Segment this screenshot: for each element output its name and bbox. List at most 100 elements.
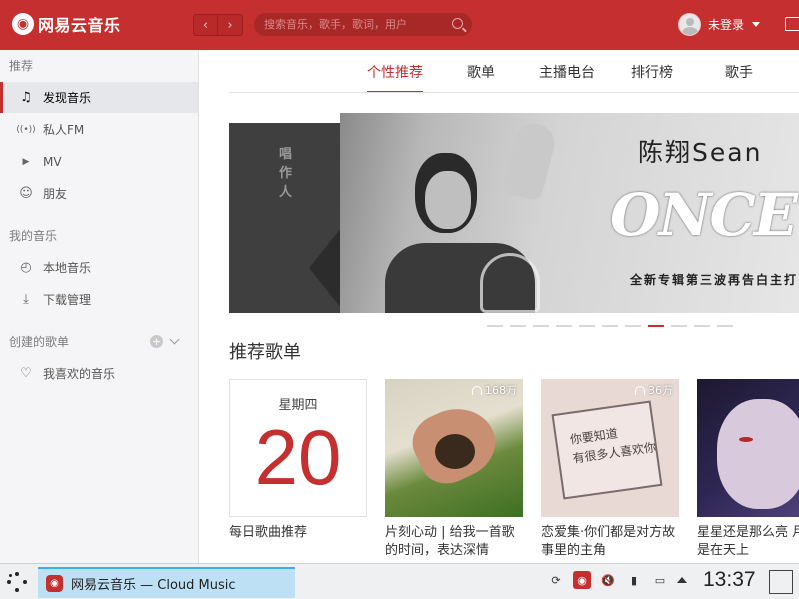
- netease-app-icon: ◉: [46, 575, 63, 592]
- tab-playlists[interactable]: 歌单: [467, 62, 495, 93]
- play-count: 168万: [472, 382, 517, 398]
- sidebar-item-label: 朋友: [43, 187, 68, 201]
- system-tray: ⟳ ◉ 🔇 ▮ ▭: [547, 571, 695, 589]
- daily-calendar[interactable]: 星期四 20: [229, 379, 367, 517]
- title-bar: ◉ 网易云音乐 ‹ › 未登录: [0, 0, 799, 50]
- show-desktop-button[interactable]: [769, 570, 793, 594]
- playlist-title[interactable]: 每日歌曲推荐: [229, 524, 367, 542]
- sidebar-item-liked-music[interactable]: ♡ 我喜欢的音乐: [0, 358, 198, 389]
- netease-logo-icon: ◉: [12, 13, 34, 35]
- tab-charts[interactable]: 排行榜: [631, 62, 673, 93]
- playlist-cover[interactable]: 168万: [385, 379, 523, 517]
- carousel-dot[interactable]: [602, 325, 618, 327]
- sidebar-item-mv[interactable]: ▶ MV: [0, 146, 198, 177]
- carousel-indicators: [487, 325, 740, 327]
- netease-tray-icon[interactable]: ◉: [573, 571, 591, 589]
- sidebar-item-label: MV: [43, 154, 62, 169]
- carousel-dot[interactable]: [579, 325, 595, 327]
- system-taskbar: ◉ 网易云音乐 — Cloud Music ⟳ ◉ 🔇 ▮ ▭ 13:37: [0, 563, 799, 599]
- volume-muted-icon[interactable]: 🔇: [599, 571, 617, 589]
- playlist-cover[interactable]: [697, 379, 799, 517]
- playlist-title[interactable]: 片刻心动 | 给我一首歌的时间，表达深情: [385, 524, 523, 560]
- play-count-value: 168万: [485, 384, 517, 397]
- banner-flame: [480, 253, 540, 313]
- playlist-title[interactable]: 星星还是那么亮 月亮还是在天上: [697, 524, 799, 560]
- banner-prev-slide[interactable]: 唱作人: [229, 123, 342, 313]
- clock[interactable]: 13:37: [703, 568, 756, 592]
- carousel-dot[interactable]: [510, 325, 526, 327]
- friends-icon: ☺: [19, 186, 33, 201]
- app-logo[interactable]: ◉ 网易云音乐: [12, 12, 121, 36]
- playlist-card-daily[interactable]: 星期四 20 每日歌曲推荐: [229, 379, 367, 542]
- search-box[interactable]: [254, 13, 472, 36]
- headphone-icon: [635, 385, 645, 395]
- avatar[interactable]: [678, 13, 701, 36]
- main-content: 个性推荐 歌单 主播电台 排行榜 歌手 唱作人 陈翔Sean ONCE 全新专辑…: [199, 50, 799, 563]
- chevron-down-icon[interactable]: [752, 22, 761, 27]
- section-title-my-music: 我的音乐: [9, 229, 58, 243]
- banner-hand: [500, 119, 560, 202]
- sidebar-item-label: 私人FM: [43, 123, 85, 137]
- section-title-recommend: 推荐: [9, 59, 34, 73]
- carousel-dot[interactable]: [533, 325, 549, 327]
- sidebar-item-label: 我喜欢的音乐: [43, 367, 116, 381]
- chevron-left-icon: ‹: [202, 17, 209, 33]
- sidebar-item-downloads[interactable]: ⤓ 下载管理: [0, 284, 198, 315]
- sidebar-item-friends[interactable]: ☺ 朋友: [0, 178, 198, 209]
- playlist-card[interactable]: 星星还是那么亮 月亮还是在天上: [697, 379, 799, 560]
- carousel-dot[interactable]: [556, 325, 572, 327]
- network-icon[interactable]: ▭: [651, 571, 669, 589]
- sidebar-item-label: 发现音乐: [43, 91, 92, 105]
- carousel-dot[interactable]: [671, 325, 687, 327]
- playlist-card[interactable]: 你要知道 有很多人喜欢你 36万 恋爱集·你们都是对方故事里的主角: [541, 379, 679, 560]
- playlist-card[interactable]: 168万 片刻心动 | 给我一首歌的时间，表达深情: [385, 379, 523, 560]
- taskbar-window-cloud-music[interactable]: ◉ 网易云音乐 — Cloud Music: [38, 567, 295, 598]
- carousel-dot[interactable]: [625, 325, 641, 327]
- sidebar-item-label: 下载管理: [43, 293, 92, 307]
- sidebar: 推荐 ♫ 发现音乐 ((•)) 私人FM ▶ MV ☺ 朋友 我的音乐 ◴ 本地…: [0, 50, 199, 563]
- user-menu[interactable]: 未登录: [678, 13, 761, 36]
- forward-button[interactable]: ›: [218, 14, 243, 36]
- skin-icon[interactable]: [785, 17, 799, 31]
- play-count-value: 36万: [648, 384, 673, 397]
- search-icon[interactable]: [452, 18, 463, 29]
- expand-tray-icon[interactable]: [677, 577, 687, 583]
- playlist-title[interactable]: 恋爱集·你们都是对方故事里的主角: [541, 524, 679, 560]
- banner-album-title: ONCE: [610, 181, 798, 249]
- radio-icon: ((•)): [16, 124, 36, 135]
- sidebar-item-discover-music[interactable]: ♫ 发现音乐: [0, 82, 198, 113]
- banner-shade: [309, 223, 342, 313]
- tab-artists[interactable]: 歌手: [725, 62, 753, 93]
- carousel-dot[interactable]: [648, 325, 664, 327]
- tab-radio[interactable]: 主播电台: [539, 62, 595, 93]
- carousel-dot[interactable]: [487, 325, 503, 327]
- battery-icon[interactable]: ▮: [625, 571, 643, 589]
- sidebar-item-local-music[interactable]: ◴ 本地音乐: [0, 252, 198, 283]
- play-count: 36万: [635, 382, 673, 398]
- chevron-right-icon: ›: [227, 17, 233, 33]
- playlist-cover[interactable]: 你要知道 有很多人喜欢你 36万: [541, 379, 679, 517]
- back-button[interactable]: ‹: [193, 14, 218, 36]
- banner-left-text: 唱作人: [279, 147, 293, 200]
- banner-carousel[interactable]: 唱作人 陈翔Sean ONCE 全新专辑第三波再告白主打: [229, 113, 799, 313]
- app-launcher-icon[interactable]: [6, 571, 28, 593]
- add-playlist-icon[interactable]: +: [150, 335, 163, 348]
- sidebar-item-private-fm[interactable]: ((•)) 私人FM: [0, 114, 198, 145]
- chevron-down-icon[interactable]: [169, 334, 180, 345]
- sidebar-item-label: 本地音乐: [43, 261, 92, 275]
- video-icon: ▶: [22, 156, 30, 167]
- carousel-dot[interactable]: [717, 325, 733, 327]
- discover-tabs: 个性推荐 歌单 主播电台 排行榜 歌手: [199, 50, 799, 93]
- banner-current-slide[interactable]: 陈翔Sean ONCE 全新专辑第三波再告白主打: [340, 113, 799, 313]
- download-icon: ⤓: [23, 292, 29, 307]
- tab-personal-recommend[interactable]: 个性推荐: [367, 62, 423, 93]
- heart-icon: ♡: [20, 366, 32, 381]
- update-icon[interactable]: ⟳: [547, 571, 565, 589]
- local-music-icon: ◴: [20, 260, 32, 275]
- daily-weekday: 星期四: [278, 398, 318, 413]
- search-input[interactable]: [264, 18, 444, 31]
- carousel-dot[interactable]: [694, 325, 710, 327]
- recommended-playlists-title[interactable]: 推荐歌单: [229, 338, 301, 364]
- headphone-icon: [472, 385, 482, 395]
- login-status[interactable]: 未登录: [708, 16, 744, 33]
